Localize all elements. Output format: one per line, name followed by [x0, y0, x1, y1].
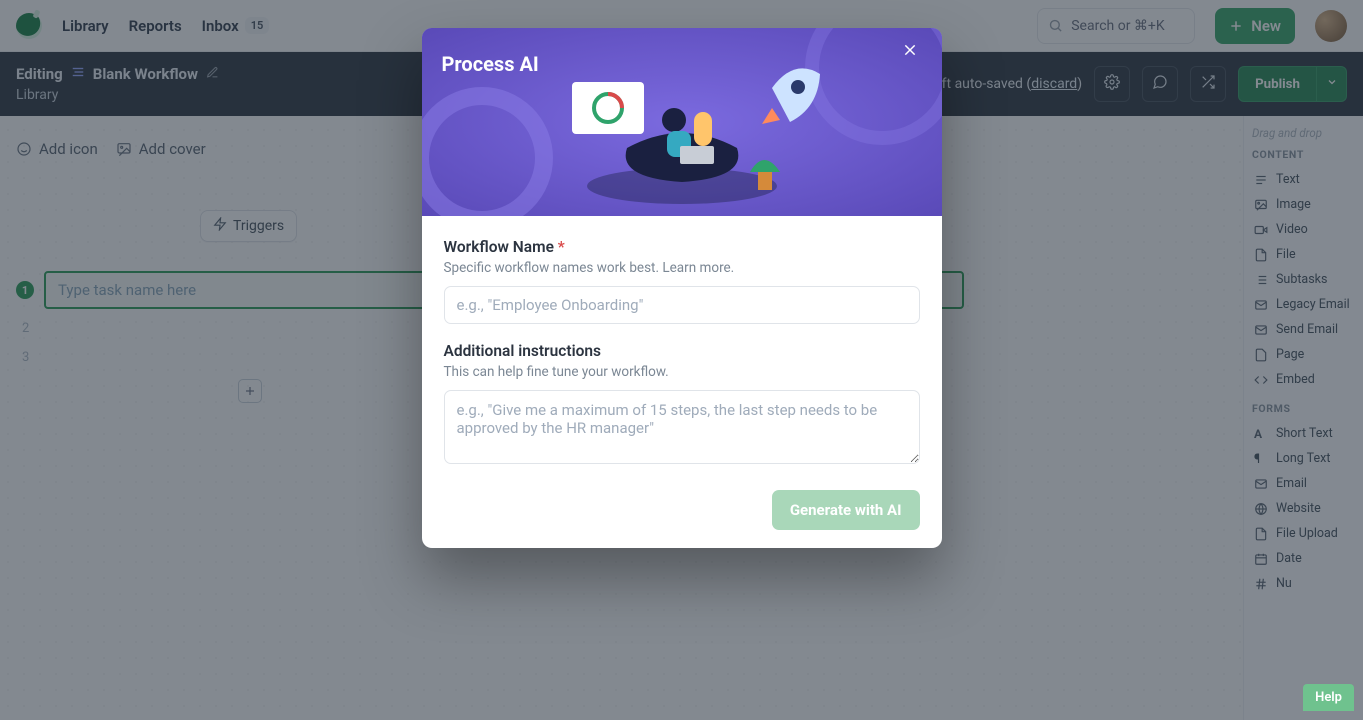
additional-instructions-label: Additional instructions [444, 342, 920, 360]
workflow-name-label: Workflow Name * [444, 238, 920, 256]
additional-instructions-input[interactable] [444, 390, 920, 464]
modal-overlay[interactable]: Process AI Workflow Name * Specific work… [0, 0, 1363, 720]
workflow-name-hint: Specific workflow names work best. Learn… [444, 260, 920, 276]
generate-button[interactable]: Generate with AI [772, 490, 920, 530]
additional-instructions-hint: This can help fine tune your workflow. [444, 364, 920, 380]
help-button[interactable]: Help [1303, 684, 1354, 711]
modal-title: Process AI [422, 28, 942, 76]
process-ai-modal: Process AI Workflow Name * Specific work… [422, 28, 942, 548]
close-button[interactable] [902, 42, 926, 66]
modal-hero: Process AI [422, 28, 942, 216]
workflow-name-input[interactable] [444, 286, 920, 324]
